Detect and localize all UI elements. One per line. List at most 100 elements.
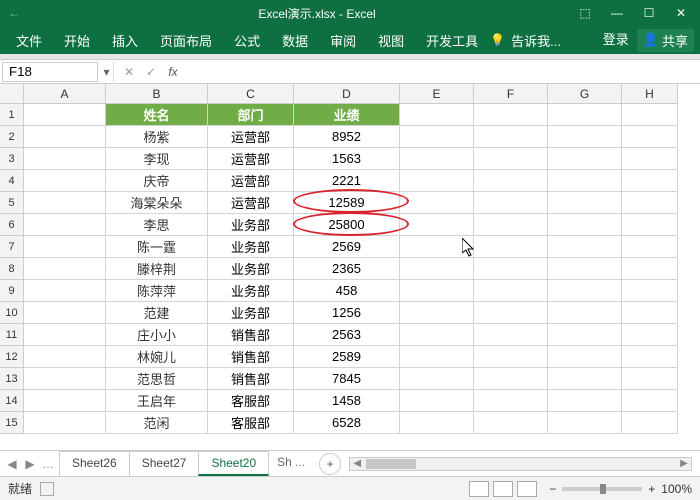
cell-H1[interactable] [622, 104, 678, 126]
sheet-nav-more-icon[interactable]: … [40, 457, 56, 471]
view-pagebreak-icon[interactable] [517, 481, 537, 497]
cell-F14[interactable] [474, 390, 548, 412]
cell-B8[interactable]: 滕梓荆 [106, 258, 208, 280]
cell-G2[interactable] [548, 126, 622, 148]
cell-A12[interactable] [24, 346, 106, 368]
cell-D12[interactable]: 2589 [294, 346, 400, 368]
cell-H12[interactable] [622, 346, 678, 368]
cell-E14[interactable] [400, 390, 474, 412]
select-all-triangle[interactable] [0, 84, 24, 104]
tab-home[interactable]: 开始 [54, 27, 100, 54]
col-header-C[interactable]: C [208, 84, 294, 104]
cell-B14[interactable]: 王启年 [106, 390, 208, 412]
minimize-icon[interactable]: — [602, 2, 632, 24]
col-header-H[interactable]: H [622, 84, 678, 104]
cell-F6[interactable] [474, 214, 548, 236]
cell-H7[interactable] [622, 236, 678, 258]
cell-A6[interactable] [24, 214, 106, 236]
cell-C13[interactable]: 销售部 [208, 368, 294, 390]
cancel-formula-icon[interactable]: ✕ [118, 65, 140, 79]
cell-F13[interactable] [474, 368, 548, 390]
cell-E4[interactable] [400, 170, 474, 192]
row-header-14[interactable]: 14 [0, 390, 24, 412]
row-header-11[interactable]: 11 [0, 324, 24, 346]
cell-F12[interactable] [474, 346, 548, 368]
cell-H10[interactable] [622, 302, 678, 324]
cell-F4[interactable] [474, 170, 548, 192]
tab-review[interactable]: 审阅 [320, 27, 366, 54]
row-header-6[interactable]: 6 [0, 214, 24, 236]
col-header-A[interactable]: A [24, 84, 106, 104]
cell-D13[interactable]: 7845 [294, 368, 400, 390]
row-header-8[interactable]: 8 [0, 258, 24, 280]
row-header-2[interactable]: 2 [0, 126, 24, 148]
cell-E6[interactable] [400, 214, 474, 236]
zoom-in-icon[interactable]: + [648, 482, 655, 496]
ribbon-options-icon[interactable]: ⬚ [570, 2, 600, 24]
cell-A7[interactable] [24, 236, 106, 258]
tab-data[interactable]: 数据 [272, 27, 318, 54]
row-header-5[interactable]: 5 [0, 192, 24, 214]
view-pagelayout-icon[interactable] [493, 481, 513, 497]
cell-D7[interactable]: 2569 [294, 236, 400, 258]
cell-C10[interactable]: 业务部 [208, 302, 294, 324]
macro-icon[interactable] [40, 482, 54, 496]
namebox-dropdown-icon[interactable]: ▾ [100, 62, 114, 82]
cell-E3[interactable] [400, 148, 474, 170]
row-header-7[interactable]: 7 [0, 236, 24, 258]
cell-F15[interactable] [474, 412, 548, 434]
cell-C15[interactable]: 客服部 [208, 412, 294, 434]
cell-A10[interactable] [24, 302, 106, 324]
cell-F2[interactable] [474, 126, 548, 148]
zoom-level[interactable]: 100% [661, 482, 692, 496]
row-header-12[interactable]: 12 [0, 346, 24, 368]
cell-H14[interactable] [622, 390, 678, 412]
cell-G1[interactable] [548, 104, 622, 126]
row-header-4[interactable]: 4 [0, 170, 24, 192]
cell-H2[interactable] [622, 126, 678, 148]
accept-formula-icon[interactable]: ✓ [140, 65, 162, 79]
row-header-10[interactable]: 10 [0, 302, 24, 324]
cell-B15[interactable]: 范闲 [106, 412, 208, 434]
cell-B1[interactable]: 姓名 [106, 104, 208, 126]
tab-file[interactable]: 文件 [6, 27, 52, 54]
cell-G4[interactable] [548, 170, 622, 192]
cell-B12[interactable]: 林婉儿 [106, 346, 208, 368]
cell-C7[interactable]: 业务部 [208, 236, 294, 258]
cell-D3[interactable]: 1563 [294, 148, 400, 170]
cell-F7[interactable] [474, 236, 548, 258]
col-header-F[interactable]: F [474, 84, 548, 104]
tab-formula[interactable]: 公式 [224, 27, 270, 54]
cell-E15[interactable] [400, 412, 474, 434]
cell-E13[interactable] [400, 368, 474, 390]
zoom-out-icon[interactable]: − [549, 482, 556, 496]
cell-E5[interactable] [400, 192, 474, 214]
cell-C6[interactable]: 业务部 [208, 214, 294, 236]
cell-F9[interactable] [474, 280, 548, 302]
share-button[interactable]: 👤 共享 [637, 29, 694, 52]
cell-H5[interactable] [622, 192, 678, 214]
cell-G6[interactable] [548, 214, 622, 236]
cell-G5[interactable] [548, 192, 622, 214]
cell-H13[interactable] [622, 368, 678, 390]
cell-E9[interactable] [400, 280, 474, 302]
cell-E2[interactable] [400, 126, 474, 148]
cell-G9[interactable] [548, 280, 622, 302]
cell-D14[interactable]: 1458 [294, 390, 400, 412]
cell-A9[interactable] [24, 280, 106, 302]
cell-E1[interactable] [400, 104, 474, 126]
cell-A5[interactable] [24, 192, 106, 214]
cell-B3[interactable]: 李现 [106, 148, 208, 170]
sheet-tab-Sheet20[interactable]: Sheet20 [198, 451, 269, 476]
cell-H9[interactable] [622, 280, 678, 302]
cell-A11[interactable] [24, 324, 106, 346]
cell-B2[interactable]: 杨紫 [106, 126, 208, 148]
cell-C1[interactable]: 部门 [208, 104, 294, 126]
row-header-9[interactable]: 9 [0, 280, 24, 302]
cell-C14[interactable]: 客服部 [208, 390, 294, 412]
add-sheet-button[interactable]: + [319, 453, 341, 475]
col-header-E[interactable]: E [400, 84, 474, 104]
cell-H11[interactable] [622, 324, 678, 346]
cell-C4[interactable]: 运营部 [208, 170, 294, 192]
back-icon[interactable]: ← [8, 6, 20, 20]
